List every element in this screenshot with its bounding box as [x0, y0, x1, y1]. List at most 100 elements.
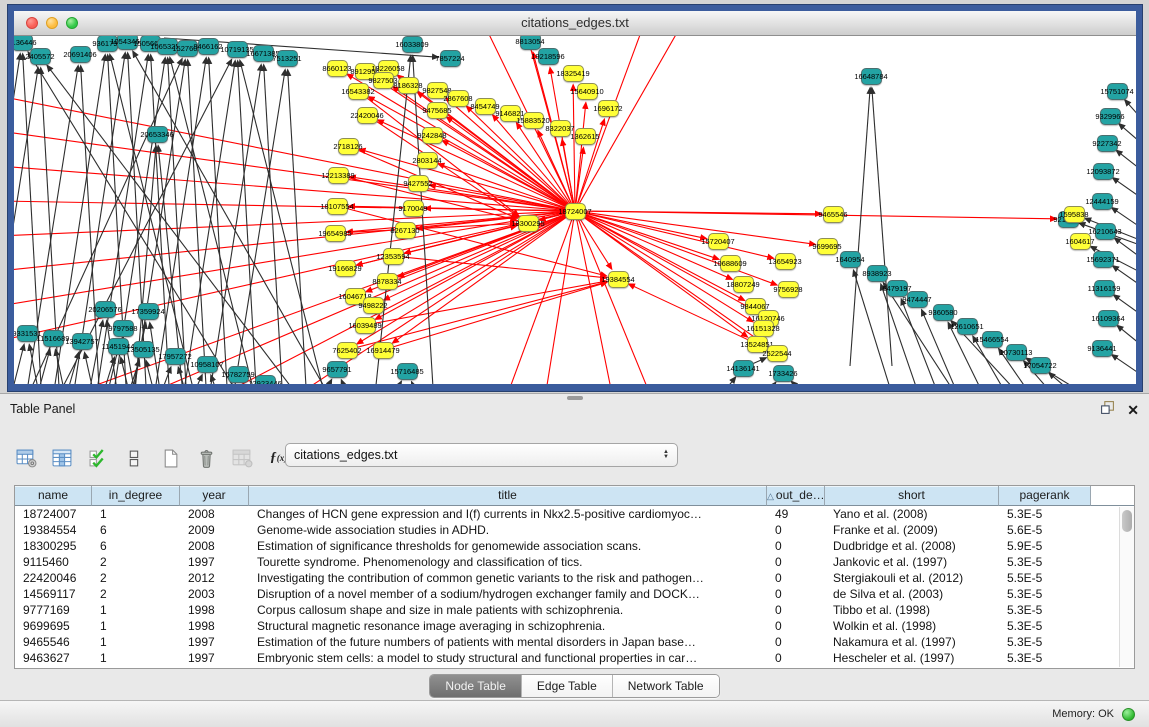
graph-node[interactable]: 9329966 [1100, 108, 1121, 125]
graph-node[interactable]: 16671385 [253, 45, 274, 62]
table-cell[interactable]: 1998 [180, 618, 249, 634]
table-cell[interactable]: Dudbridge et al. (2008) [825, 538, 999, 554]
graph-node[interactable]: 8322037 [550, 120, 571, 137]
graph-node[interactable]: 13942757 [72, 333, 93, 350]
graph-edge[interactable] [791, 381, 814, 384]
graph-edge[interactable] [1117, 326, 1136, 344]
graph-edge[interactable] [14, 345, 24, 384]
graph-node[interactable]: 1604617 [1070, 233, 1091, 250]
table-cell[interactable]: Genome-wide association studies in ADHD. [249, 522, 767, 538]
graph-node[interactable]: 2522544 [767, 345, 788, 362]
table-cell[interactable]: 2008 [180, 506, 249, 522]
show-columns-button[interactable] [48, 443, 77, 473]
table-cell[interactable]: 22420046 [15, 570, 92, 586]
table-row[interactable]: 1830029562008Estimation of significance … [15, 538, 1134, 554]
table-cell[interactable]: de Silva et al. (2003) [825, 586, 999, 602]
table-cell[interactable]: 2009 [180, 522, 249, 538]
graph-node[interactable]: 16109364 [1098, 310, 1119, 327]
graph-node[interactable]: 11451944 [108, 338, 129, 355]
network-window-titlebar[interactable]: citations_edges.txt [14, 11, 1136, 36]
graph-node[interactable]: 9170049 [403, 200, 424, 217]
graph-node[interactable]: 8267130 [395, 222, 416, 239]
graph-node[interactable]: 16648784 [861, 68, 882, 85]
graph-node[interactable]: 9657791 [327, 361, 348, 378]
column-header-year[interactable]: year [180, 486, 249, 506]
table-vertical-scrollbar[interactable] [1119, 507, 1134, 667]
table-cell[interactable]: 1 [92, 650, 180, 666]
graph-node[interactable]: 17957272 [165, 348, 186, 365]
float-panel-icon[interactable] [1100, 400, 1115, 420]
graph-node[interactable]: 10730113 [1006, 344, 1027, 361]
graph-node[interactable]: 16039489 [355, 317, 376, 334]
graph-node[interactable]: 9242848 [422, 127, 443, 144]
graph-node[interactable]: 11316159 [1094, 280, 1115, 297]
table-cell[interactable]: 0 [767, 570, 825, 586]
table-cell[interactable]: 5.3E-5 [999, 506, 1091, 522]
table-cell[interactable]: 2003 [180, 586, 249, 602]
graph-node[interactable]: 15720407 [708, 233, 729, 250]
graph-node[interactable]: 19218596 [538, 48, 559, 65]
table-cell[interactable]: Investigating the contribution of common… [249, 570, 767, 586]
graph-node[interactable]: 18107554 [327, 198, 348, 215]
graph-node[interactable]: 9756928 [778, 281, 799, 298]
table-cell[interactable]: 6 [92, 538, 180, 554]
graph-node[interactable]: 20206576 [95, 301, 116, 318]
tab-edge-table[interactable]: Edge Table [522, 675, 613, 697]
close-panel-icon[interactable]: ✕ [1127, 403, 1139, 417]
table-cell[interactable]: Hescheler et al. (1997) [825, 650, 999, 666]
delete-table-button[interactable] [192, 443, 221, 473]
table-cell[interactable]: 1997 [180, 650, 249, 666]
table-row[interactable]: 1872400712008Changes of HCN gene express… [15, 506, 1134, 522]
table-cell[interactable]: 2 [92, 586, 180, 602]
graph-node[interactable]: 18325419 [563, 65, 584, 82]
table-cell[interactable]: 14569117 [15, 586, 92, 602]
table-row[interactable]: 1456911722003Disruption of a novel membe… [15, 586, 1134, 602]
graph-node[interactable]: 16033809 [402, 36, 423, 53]
column-header-in_degree[interactable]: in_degree [92, 486, 180, 506]
graph-node[interactable]: 2718126 [338, 138, 359, 155]
graph-node[interactable]: 1640954 [840, 251, 861, 268]
graph-edge[interactable] [288, 70, 307, 384]
table-cell[interactable]: 5.3E-5 [999, 586, 1091, 602]
graph-edge[interactable] [389, 382, 401, 384]
graph-node[interactable]: 13505135 [133, 341, 154, 358]
graph-edge[interactable] [344, 224, 516, 233]
graph-node[interactable]: 12444159 [1092, 193, 1113, 210]
graph-edge[interactable] [578, 218, 654, 384]
table-row[interactable]: 1938455462009Genome-wide association stu… [15, 522, 1134, 538]
graph-node[interactable]: 15692371 [1093, 251, 1114, 268]
graph-edge[interactable] [759, 382, 776, 384]
table-cell[interactable]: 1998 [180, 602, 249, 618]
graph-node[interactable]: 9361797 [97, 36, 118, 52]
graph-node[interactable]: 1696172 [598, 100, 619, 117]
graph-node[interactable]: 16782759 [228, 366, 249, 383]
graph-node[interactable]: 10543466 [117, 36, 138, 50]
graph-edge[interactable] [412, 382, 421, 384]
graph-node[interactable]: 12923446 [255, 375, 276, 384]
graph-node[interactable]: 15716485 [397, 363, 418, 380]
graph-node[interactable]: 17359924 [138, 303, 159, 320]
graph-edge[interactable] [392, 282, 607, 347]
column-header-name[interactable]: name [15, 486, 92, 506]
graph-edge[interactable] [1113, 178, 1136, 197]
table-row[interactable]: 946554611997Estimation of the future num… [15, 634, 1134, 650]
graph-edge[interactable] [1112, 355, 1136, 374]
table-cell[interactable]: 0 [767, 650, 825, 666]
graph-node[interactable]: 9827548 [427, 82, 448, 99]
table-cell[interactable]: 5.6E-5 [999, 522, 1091, 538]
graph-node[interactable]: 16914479 [373, 342, 394, 359]
table-row[interactable]: 969969511998Structural magnetic resonanc… [15, 618, 1134, 634]
table-cell[interactable]: 0 [767, 634, 825, 650]
table-cell[interactable]: 49 [767, 506, 825, 522]
graph-node[interactable]: 20691406 [70, 46, 91, 63]
graph-node[interactable]: 1527602 [177, 40, 198, 57]
graph-edge[interactable] [544, 219, 574, 384]
table-cell[interactable]: 1 [92, 634, 180, 650]
graph-node[interactable]: 9360580 [933, 304, 954, 321]
graph-edge[interactable] [573, 85, 575, 203]
column-header-short[interactable]: short [825, 486, 999, 506]
graph-edge[interactable] [146, 361, 157, 384]
graph-node[interactable]: 8878334 [377, 273, 398, 290]
graph-edge[interactable] [1125, 100, 1136, 117]
graph-edge[interactable] [583, 211, 1056, 219]
